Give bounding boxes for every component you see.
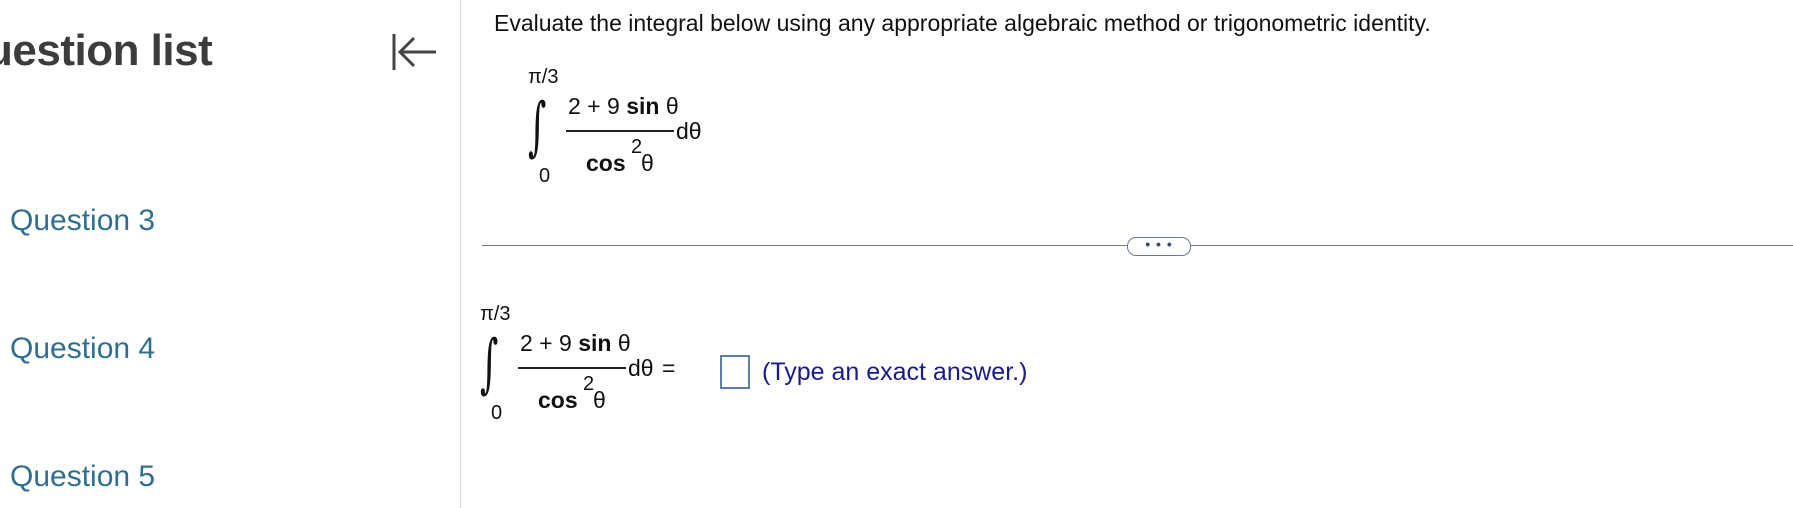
collapse-sidebar-button[interactable]	[388, 28, 440, 76]
lower-limit: 0	[491, 402, 503, 424]
upper-limit: π/3	[480, 303, 511, 325]
differential: dθ	[676, 118, 702, 144]
theta: θ	[641, 150, 654, 176]
cos-function: cos	[538, 387, 578, 413]
question-list-sidebar: uestion list Question 3 Question 4 Quest…	[0, 0, 461, 508]
answer-hint: (Type an exact answer.)	[762, 358, 1028, 386]
integral-sign: ∫	[480, 327, 499, 401]
equals-sign: =	[662, 355, 676, 381]
numerator: 2 + 9 sin θ	[568, 93, 679, 120]
fraction-bar	[566, 130, 674, 132]
theta: θ	[593, 387, 606, 413]
cos-function: cos	[586, 150, 626, 176]
show-more-button[interactable]: • • •	[1127, 237, 1191, 256]
question-panel: Evaluate the integral below using any ap…	[462, 0, 1793, 508]
sidebar-title: uestion list	[0, 26, 213, 75]
integral-sign: ∫	[528, 90, 547, 164]
question-3-link[interactable]: Question 3	[10, 204, 155, 238]
question-integral: π/3 ∫ 0 2 + 9 sin θ dθ cos 2 θ	[512, 60, 772, 195]
theta: θ	[665, 93, 679, 119]
theta: θ	[617, 330, 631, 356]
fraction-bar	[518, 367, 626, 369]
numerator-coefficient: 2 + 9	[568, 93, 620, 119]
upper-limit: π/3	[528, 66, 559, 88]
answer-integral: π/3 ∫ 0 2 + 9 sin θ dθ = cos 2 θ	[464, 297, 724, 432]
lower-limit: 0	[539, 165, 551, 187]
numerator: 2 + 9 sin θ	[520, 330, 631, 357]
answer-input[interactable]	[720, 355, 750, 389]
sin-function: sin	[626, 93, 660, 119]
differential: dθ	[628, 355, 654, 381]
question-instructions: Evaluate the integral below using any ap…	[494, 10, 1431, 36]
sin-function: sin	[578, 330, 612, 356]
question-4-link[interactable]: Question 4	[10, 332, 155, 366]
numerator-coefficient: 2 + 9	[520, 330, 572, 356]
question-5-link[interactable]: Question 5	[10, 460, 155, 494]
collapse-left-icon	[392, 34, 436, 70]
